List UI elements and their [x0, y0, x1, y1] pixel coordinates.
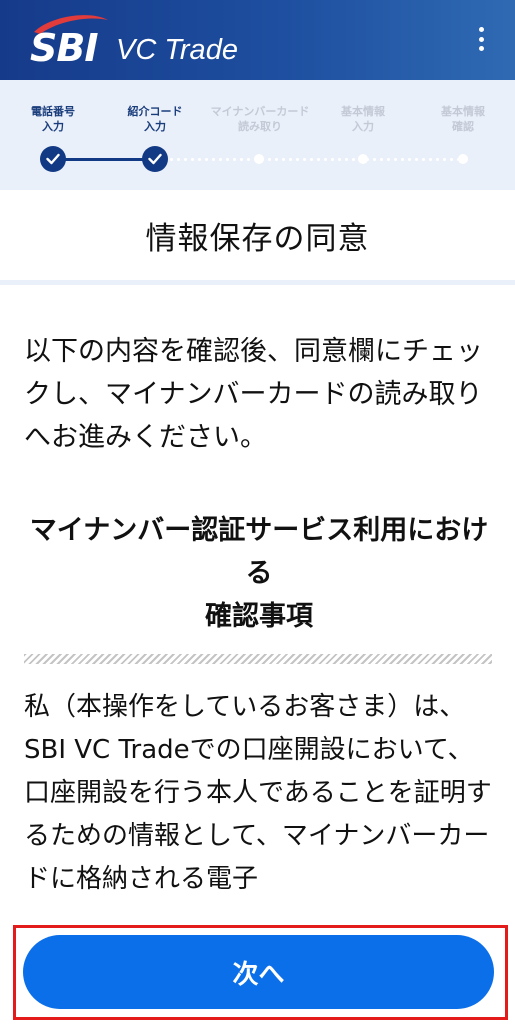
- consent-content: 以下の内容を確認後、同意欄にチェックし、マイナンバーカードの読み取りへお進みくだ…: [24, 330, 494, 896]
- footer-bar: 次へ: [0, 912, 515, 1024]
- logo-sbi-text: SBI: [30, 26, 98, 70]
- step-label-basic-confirm: 基本情報 確認: [441, 105, 485, 133]
- app-header: SBI VC Trade: [0, 0, 515, 80]
- step-label-phone: 電話番号 入力: [31, 105, 75, 133]
- step-connector-pending: [168, 158, 458, 161]
- consent-body-text: 私（本操作をしているお客さま）は、SBI VC Tradeでの口座開設において、…: [24, 692, 492, 894]
- step-5-dot: [458, 154, 468, 164]
- step-label-mynumber: マイナンバーカード 読み取り: [210, 105, 310, 133]
- step-4-dot: [358, 154, 368, 164]
- logo-vc-trade-text: VC Trade: [116, 34, 238, 66]
- step-3-dot: [254, 154, 264, 164]
- page-title: 情報保存の同意: [145, 220, 370, 257]
- section-heading: マイナンバー認証サービス利用における 確認事項: [29, 515, 489, 632]
- page-title-bar: 情報保存の同意: [0, 190, 515, 285]
- step-label-basic-input: 基本情報 入力: [341, 105, 385, 133]
- step-1-check-icon: [40, 146, 66, 172]
- kebab-menu-icon[interactable]: [470, 24, 492, 54]
- step-connector-complete: [53, 158, 155, 161]
- next-button[interactable]: 次へ: [23, 935, 494, 1009]
- hatched-divider: [24, 654, 492, 664]
- step-label-referral: 紹介コード 入力: [127, 105, 183, 133]
- intro-text: 以下の内容を確認後、同意欄にチェックし、マイナンバーカードの読み取りへお進みくだ…: [24, 336, 483, 453]
- step-2-check-icon: [142, 146, 168, 172]
- progress-stepper: 電話番号 入力 紹介コード 入力 マイナンバーカード 読み取り 基本情報 入力 …: [0, 80, 515, 190]
